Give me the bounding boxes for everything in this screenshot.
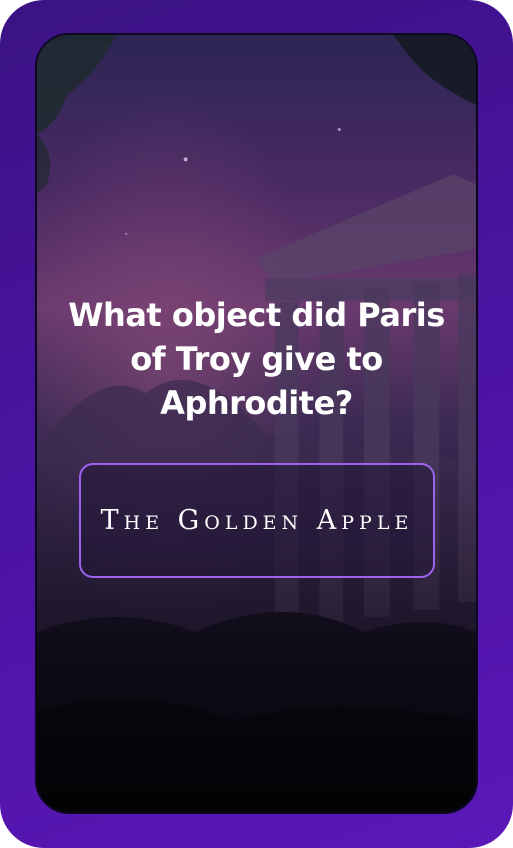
quiz-card[interactable]: What object did Paris of Troy give to Ap… (35, 33, 478, 814)
answer-text: The Golden Apple (100, 504, 414, 536)
answer-button[interactable]: The Golden Apple (79, 463, 435, 578)
card-frame: What object did Paris of Troy give to Ap… (0, 0, 513, 848)
quiz-question: What object did Paris of Troy give to Ap… (68, 296, 445, 422)
